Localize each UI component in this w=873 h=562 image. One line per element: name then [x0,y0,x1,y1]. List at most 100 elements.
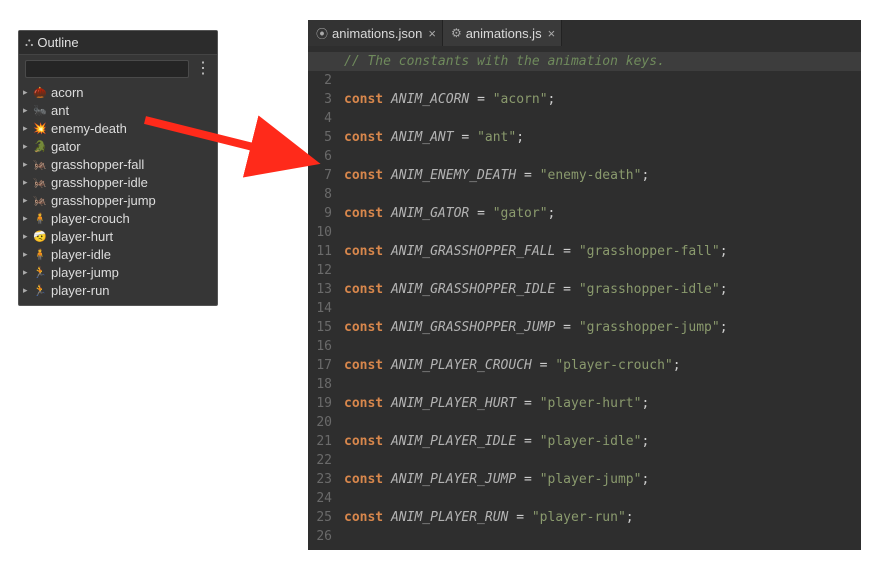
sprite-icon: 💥 [33,122,47,135]
sprite-icon: 🦗 [33,176,47,189]
code-line [344,375,861,394]
tab-label: animations.json [332,26,422,41]
tree-item[interactable]: ▸🦗 grasshopper-jump [23,191,217,209]
tree-item-label: player-jump [51,265,119,280]
line-number: 15 [308,318,332,337]
chevron-right-icon: ▸ [23,159,33,170]
line-number: 13 [308,280,332,299]
code-line: const ANIM_GATOR = "gator"; [344,204,861,223]
chevron-right-icon: ▸ [23,87,33,98]
file-icon: ⚙ [451,26,462,40]
code-line: // The constants with the animation keys… [344,52,861,71]
line-number: 6 [308,147,332,166]
sprite-icon: 🦗 [33,194,47,207]
file-icon: ⦿ [316,25,328,42]
tab[interactable]: ⦿ animations.json × [308,20,443,46]
sprite-icon: 🧍 [33,212,47,225]
tab-label: animations.js [466,26,542,41]
line-number: 26 [308,527,332,546]
tree-item[interactable]: ▸🏃 player-run [23,281,217,299]
close-icon[interactable]: × [428,26,436,41]
tree-item-label: gator [51,139,81,154]
outline-panel: ⛬ Outline ⋮ ▸🌰acorn▸🐜ant▸💥enemy-death▸🐊g… [18,30,218,306]
tree-item-label: grasshopper-fall [51,157,144,172]
sprite-icon: 🏃 [33,266,47,279]
line-number: 8 [308,185,332,204]
code-line [344,71,861,90]
tab[interactable]: ⚙ animations.js × [443,20,562,46]
tree-item-label: grasshopper-jump [51,193,156,208]
outline-search-row: ⋮ [19,55,217,83]
code-line [344,261,861,280]
sprite-icon: 🌰 [33,86,47,99]
code-line [344,527,861,546]
line-number: 14 [308,299,332,318]
tree-item[interactable]: ▸🧍player-crouch [23,209,217,227]
code-line: const ANIM_GRASSHOPPER_IDLE = "grasshopp… [344,280,861,299]
code-line: const ANIM_PLAYER_RUN = "player-run"; [344,508,861,527]
code-line: const ANIM_PLAYER_CROUCH = "player-crouc… [344,356,861,375]
line-number: 24 [308,489,332,508]
tree-item[interactable]: ▸💥 enemy-death [23,119,217,137]
line-number: 3 [308,90,332,109]
tree-item[interactable]: ▸🌰acorn [23,83,217,101]
line-number: 25 [308,508,332,527]
outline-search-input[interactable] [25,60,189,78]
tree-item-label: player-idle [51,247,111,262]
code-area[interactable]: // The constants with the animation keys… [340,46,861,550]
tree-item-label: enemy-death [51,121,127,136]
chevron-right-icon: ▸ [23,213,33,224]
outline-title: Outline [37,35,78,50]
line-number: 21 [308,432,332,451]
code-line [344,223,861,242]
close-icon[interactable]: × [548,26,556,41]
line-number: 11 [308,242,332,261]
sprite-icon: 🏃 [33,284,47,297]
tree-item[interactable]: ▸🦗grasshopper-idle [23,173,217,191]
line-number: 5 [308,128,332,147]
sprite-icon: 🧍 [33,248,47,261]
code-line: const ANIM_GRASSHOPPER_JUMP = "grasshopp… [344,318,861,337]
line-number: 17 [308,356,332,375]
chevron-right-icon: ▸ [23,105,33,116]
line-number: 10 [308,223,332,242]
tree-item[interactable]: ▸🐜ant [23,101,217,119]
tree-item[interactable]: ▸🐊gator [23,137,217,155]
tree-item[interactable]: ▸🧍player-idle [23,245,217,263]
code-line [344,109,861,128]
line-number: 4 [308,109,332,128]
line-number: 23 [308,470,332,489]
chevron-right-icon: ▸ [23,141,33,152]
code-line [344,337,861,356]
line-number: 7 [308,166,332,185]
line-number: 20 [308,413,332,432]
tab-bar: ⦿ animations.json × ⚙ animations.js × [308,20,861,46]
chevron-right-icon: ▸ [23,195,33,206]
tree-item-label: grasshopper-idle [51,175,148,190]
chevron-right-icon: ▸ [23,123,33,134]
sprite-icon: 🐜 [33,104,47,117]
outline-header: ⛬ Outline [19,31,217,55]
line-number: 12 [308,261,332,280]
line-number: 18 [308,375,332,394]
outline-tree: ▸🌰acorn▸🐜ant▸💥enemy-death▸🐊gator▸🦗grassh… [19,83,217,301]
editor-body: 1234567891011121314151617181920212223242… [308,46,861,550]
sprite-icon: 🤕 [33,230,47,243]
tree-item-label: player-run [51,283,110,298]
chevron-right-icon: ▸ [23,267,33,278]
code-line: const ANIM_PLAYER_JUMP = "player-jump"; [344,470,861,489]
gutter: 1234567891011121314151617181920212223242… [308,46,340,550]
code-line [344,451,861,470]
line-number: 2 [308,71,332,90]
tree-item-label: player-hurt [51,229,113,244]
code-line: const ANIM_PLAYER_IDLE = "player-idle"; [344,432,861,451]
tree-item[interactable]: ▸🤕player-hurt [23,227,217,245]
tree-item[interactable]: ▸🦗grasshopper-fall [23,155,217,173]
code-line: const ANIM_PLAYER_HURT = "player-hurt"; [344,394,861,413]
outline-menu-button[interactable]: ⋮ [195,62,211,76]
code-line: const ANIM_GRASSHOPPER_FALL = "grasshopp… [344,242,861,261]
tree-item[interactable]: ▸🏃 player-jump [23,263,217,281]
line-number: 22 [308,451,332,470]
code-line [344,413,861,432]
chevron-right-icon: ▸ [23,285,33,296]
